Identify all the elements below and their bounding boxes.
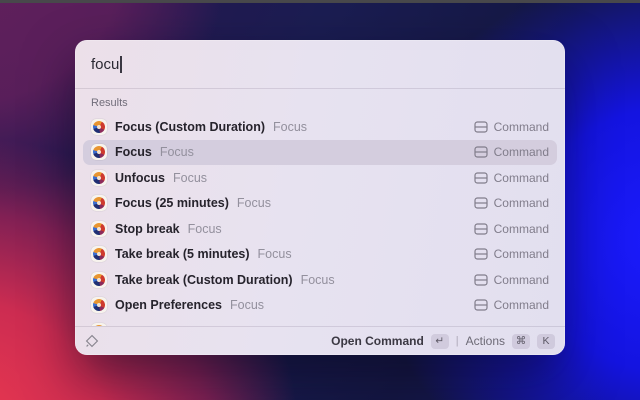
launcher-window: focu Results Focus (Custom Duration) Foc… <box>75 40 565 355</box>
result-type-label: Command <box>494 196 549 210</box>
result-type-label: Command <box>494 145 549 159</box>
result-row[interactable]: Take break (Custom Duration) Focus Comma… <box>83 267 557 293</box>
result-type: Command <box>474 247 549 261</box>
k-key-badge: K <box>537 334 555 349</box>
result-type: Command <box>474 222 549 236</box>
text-cursor <box>120 56 122 73</box>
result-row[interactable]: Open Preferences Focus Command <box>83 293 557 319</box>
focus-app-icon <box>91 195 107 211</box>
result-title: Unfocus <box>115 171 165 185</box>
result-subtitle: Focus <box>173 171 207 185</box>
command-window-icon <box>474 248 488 260</box>
result-subtitle: Focus <box>258 247 292 261</box>
result-type: Command <box>474 145 549 159</box>
result-row[interactable]: Stop break Focus Command <box>83 216 557 242</box>
result-type-label: Command <box>494 247 549 261</box>
result-subtitle: Focus <box>160 145 194 159</box>
result-type: Command <box>474 196 549 210</box>
result-type-label: Command <box>494 222 549 236</box>
desktop-wallpaper: focu Results Focus (Custom Duration) Foc… <box>0 0 640 400</box>
menu-bar-strip <box>0 0 640 3</box>
focus-app-icon <box>91 221 107 237</box>
result-title: Focus <box>115 145 152 159</box>
focus-app-icon <box>91 297 107 313</box>
command-window-icon <box>474 121 488 133</box>
result-type-label: Command <box>494 273 549 287</box>
focus-app-icon <box>91 272 107 288</box>
result-subtitle: Focus <box>188 222 222 236</box>
result-type: Command <box>474 298 549 312</box>
result-row[interactable]: Focus (25 minutes) Focus Command <box>83 191 557 217</box>
result-title: Focus (25 minutes) <box>115 196 229 210</box>
result-subtitle: Focus <box>230 298 264 312</box>
focus-app-icon <box>91 170 107 186</box>
result-type: Command <box>474 273 549 287</box>
result-subtitle: Focus <box>237 196 271 210</box>
actions-button[interactable]: Actions <box>466 334 505 348</box>
result-type-label: Command <box>494 171 549 185</box>
enter-key-badge: ↵ <box>431 334 449 349</box>
results-list: Focus (Custom Duration) Focus Command Fo… <box>75 112 565 326</box>
result-row[interactable]: Take break (5 minutes) Focus Command <box>83 242 557 268</box>
results-section-header: Results <box>75 89 565 112</box>
result-row[interactable]: Focus Focus Command <box>83 140 557 166</box>
cmd-key-badge: ⌘ <box>512 334 530 349</box>
result-subtitle: Focus <box>273 120 307 134</box>
focus-app-icon <box>91 119 107 135</box>
result-title: Take break (5 minutes) <box>115 247 250 261</box>
result-title: Focus (Custom Duration) <box>115 120 265 134</box>
focus-app-icon <box>91 246 107 262</box>
result-title: Take break (Custom Duration) <box>115 273 293 287</box>
result-type: Command <box>474 171 549 185</box>
footer-action-bar: Open Command ↵ | Actions ⌘ K <box>75 326 565 355</box>
result-row[interactable]: Unfocus Focus Command <box>83 165 557 191</box>
raycast-logo-icon <box>85 334 99 348</box>
result-row[interactable]: Focus (Custom Duration) Focus Command <box>83 114 557 140</box>
command-window-icon <box>474 197 488 209</box>
footer-separator: | <box>456 335 459 347</box>
result-title: Open Preferences <box>115 298 222 312</box>
result-row[interactable]: Focus Application <box>83 318 557 326</box>
result-subtitle: Focus <box>301 273 335 287</box>
primary-action-label[interactable]: Open Command <box>331 334 424 348</box>
command-window-icon <box>474 223 488 235</box>
result-type-label: Command <box>494 120 549 134</box>
result-title: Stop break <box>115 222 180 236</box>
search-query-text: focu <box>91 56 119 73</box>
command-window-icon <box>474 274 488 286</box>
result-type: Command <box>474 120 549 134</box>
command-window-icon <box>474 299 488 311</box>
command-window-icon <box>474 146 488 158</box>
focus-app-icon <box>91 144 107 160</box>
search-input[interactable]: focu <box>75 40 565 88</box>
command-window-icon <box>474 172 488 184</box>
result-type-label: Command <box>494 298 549 312</box>
